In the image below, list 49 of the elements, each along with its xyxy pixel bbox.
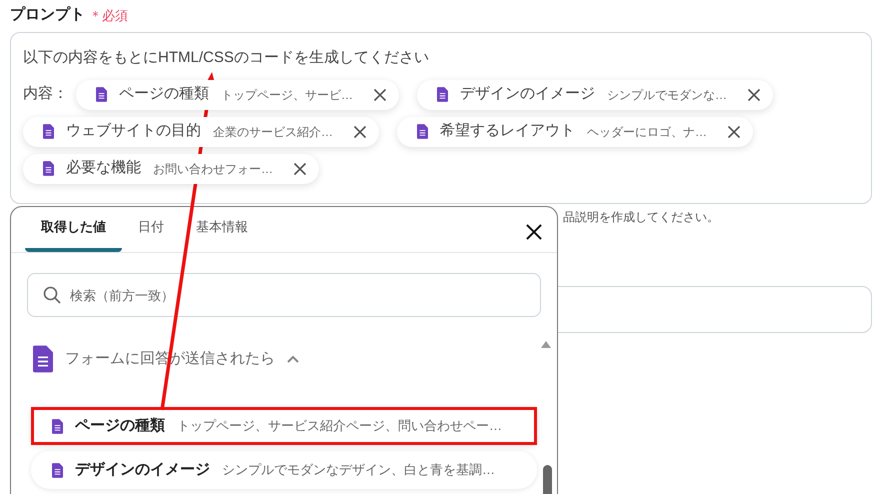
tab[interactable]: 取得した値	[25, 206, 122, 252]
scrollbar-thumb[interactable]	[543, 465, 552, 494]
chip-value: お問い合わせフォー…	[153, 160, 273, 178]
chip-value: トップページ、サービ…	[221, 86, 353, 104]
scroll-up-arrow-icon[interactable]	[541, 341, 551, 348]
prompt-text: 以下の内容をもとにHTML/CSSのコードを生成してください	[23, 48, 430, 68]
chip-value: ヘッダーにロゴ、ナ…	[587, 124, 707, 140]
chip-label: 必要な機能	[66, 158, 141, 178]
prompt-prefix: 内容：	[23, 84, 68, 104]
close-icon[interactable]	[525, 223, 543, 241]
close-icon[interactable]	[727, 124, 741, 138]
item-label: デザインのイメージ	[75, 460, 210, 480]
tab[interactable]: 日付	[122, 206, 180, 252]
variable-chip[interactable]: デザインのイメージ シンプルでモダンな…	[417, 80, 773, 110]
form-icon	[417, 124, 428, 139]
form-icon	[52, 462, 63, 478]
required-mark: ＊必須	[89, 6, 128, 25]
form-icon	[43, 124, 54, 139]
form-icon	[437, 87, 448, 102]
item-value: トップページ、サービス紹介ページ、問い合わせペー…	[177, 417, 502, 436]
close-icon[interactable]	[293, 162, 307, 176]
form-icon	[96, 87, 107, 102]
helper-text: 品説明を作成してください。	[563, 209, 720, 226]
chip-label: ウェブサイトの目的	[66, 121, 201, 142]
variable-chip[interactable]: 必要な機能 お問い合わせフォー…	[23, 154, 319, 184]
search-icon	[43, 286, 61, 304]
chip-value: 企業のサービス紹介…	[213, 124, 333, 140]
field-label: プロンプト	[10, 5, 85, 26]
prompt-field[interactable]: 以下の内容をもとにHTML/CSSのコードを生成してください 内容： ページの種類 トップページ、サービ… デザインのイメージ シンプルでモダンな… ウェブサイトの目的 企業のサービス紹介… 希望するレイアウト ヘッダーにロゴ、ナ… 必要な機能 お問い合わせフォー…	[10, 32, 872, 204]
variable-list-item[interactable]: デザインのイメージ シンプルでモダンなデザイン、白と青を基調…	[31, 451, 537, 489]
form-icon	[33, 345, 53, 373]
variable-chip[interactable]: 希望するレイアウト ヘッダーにロゴ、ナ…	[397, 116, 753, 146]
search-field[interactable]: 検索（前方一致）	[27, 273, 541, 317]
item-label: ページの種類	[75, 416, 165, 436]
variable-chip[interactable]: ウェブサイトの目的 企業のサービス紹介…	[23, 116, 379, 146]
chip-label: ページの種類	[119, 84, 209, 104]
variable-list-item[interactable]: ページの種類 トップページ、サービス紹介ページ、問い合わせペー…	[31, 407, 537, 445]
chip-label: デザインのイメージ	[460, 84, 595, 104]
item-value: シンプルでモダンなデザイン、白と青を基調…	[222, 461, 495, 480]
tab[interactable]: 基本情報	[180, 206, 264, 252]
chip-value: シンプルでモダンな…	[607, 86, 727, 104]
chip-label: 希望するレイアウト	[440, 121, 575, 142]
close-icon[interactable]	[353, 124, 367, 138]
form-icon	[43, 161, 54, 176]
form-icon	[52, 418, 63, 434]
chevron-up-icon[interactable]	[287, 355, 299, 363]
close-icon[interactable]	[747, 88, 761, 102]
close-icon[interactable]	[373, 88, 387, 102]
variable-chip[interactable]: ページの種類 トップページ、サービ…	[76, 80, 399, 110]
